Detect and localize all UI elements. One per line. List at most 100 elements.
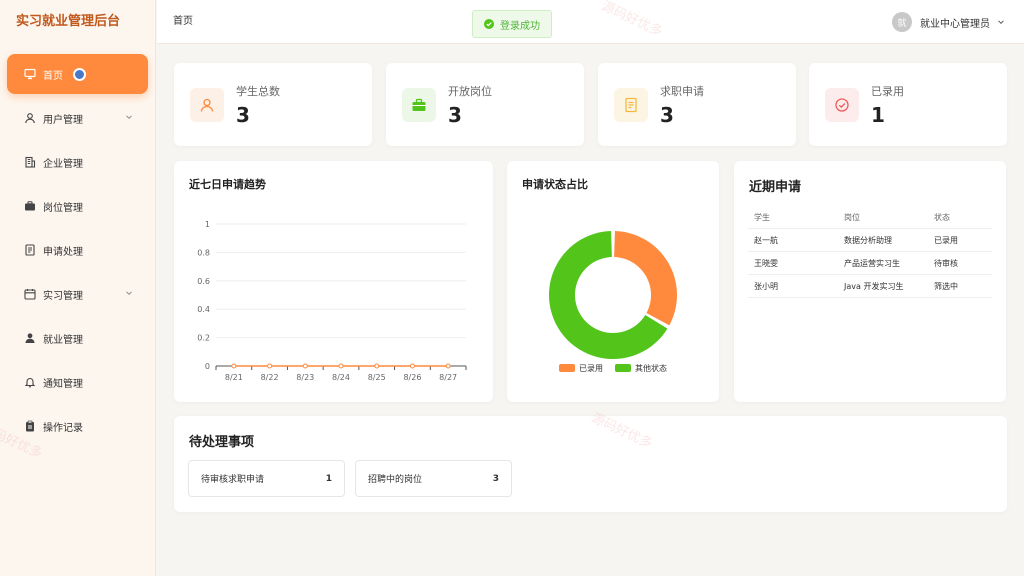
- y-tick-label: 1: [205, 220, 210, 229]
- sidebar-item-home[interactable]: 首页: [7, 54, 148, 94]
- building-icon: [23, 155, 37, 169]
- y-tick-label: 0.8: [197, 248, 210, 257]
- x-tick-label: 8/27: [439, 373, 457, 382]
- clipboard-icon: [23, 419, 37, 433]
- todo-count: 1: [325, 473, 332, 484]
- sidebar-item-notifications[interactable]: 通知管理: [7, 362, 148, 402]
- y-tick-label: 0.2: [197, 334, 210, 343]
- todo-card: 待处理事项 待审核求职申请 1 招聘中的岗位 3: [174, 416, 1007, 512]
- todo-item-open-positions[interactable]: 招聘中的岗位 3: [355, 460, 512, 497]
- stat-label: 开放岗位: [448, 85, 492, 98]
- user-name: 就业中心管理员: [920, 18, 990, 30]
- document-icon: [23, 243, 37, 257]
- sidebar-nav: 首页 用户管理 企业管理 岗位管理 申请处理 实习管理 就业管理 通知管理 操作…: [0, 44, 155, 446]
- avatar: 就: [892, 12, 912, 32]
- stat-label: 学生总数: [236, 85, 280, 98]
- y-tick-label: 0.4: [197, 305, 210, 314]
- recent-table: 学生 岗位 状态 赵一航 数据分析助理 已录用 王晓雯 产品运营实习生 待审核 …: [748, 206, 992, 298]
- cell-position: Java 开发实习生: [844, 281, 904, 291]
- sidebar-item-logs[interactable]: 操作记录: [7, 406, 148, 446]
- table-row[interactable]: 赵一航 数据分析助理 已录用: [748, 229, 992, 252]
- stat-card-positions: 开放岗位 3: [386, 63, 584, 146]
- legend-swatch: [615, 364, 631, 372]
- sidebar-item-companies[interactable]: 企业管理: [7, 142, 148, 182]
- todo-title: 待处理事项: [189, 435, 255, 450]
- recent-applications-card: 近期申请 学生 岗位 状态 赵一航 数据分析助理 已录用 王晓雯 产品运营实习生…: [734, 161, 1006, 402]
- todo-label: 招聘中的岗位: [368, 475, 423, 485]
- user-icon: [23, 111, 37, 125]
- stat-value: 3: [660, 103, 674, 127]
- x-tick-label: 8/24: [332, 373, 350, 382]
- sidebar-item-positions[interactable]: 岗位管理: [7, 186, 148, 226]
- table-row[interactable]: 王晓雯 产品运营实习生 待审核: [748, 252, 992, 275]
- donut-slice: [614, 231, 677, 326]
- x-tick-label: 8/22: [261, 373, 279, 382]
- cell-student: 王晓雯: [754, 258, 778, 268]
- user-icon: [190, 88, 224, 122]
- sidebar-item-applications[interactable]: 申请处理: [7, 230, 148, 270]
- cell-position: 数据分析助理: [844, 235, 892, 245]
- monitor-icon: [23, 67, 37, 81]
- sidebar-item-label: 申请处理: [43, 246, 83, 258]
- x-tick-label: 8/25: [368, 373, 386, 382]
- legend-label: 其他状态: [635, 363, 667, 373]
- y-tick-label: 0: [205, 362, 210, 371]
- briefcase-icon: [402, 88, 436, 122]
- stat-card-applications: 求职申请 3: [598, 63, 796, 146]
- data-point: [231, 363, 237, 369]
- cell-student: 张小明: [754, 281, 778, 291]
- calendar-icon: [23, 287, 37, 301]
- check-circle-icon: [825, 88, 859, 122]
- sidebar-item-label: 用户管理: [43, 114, 83, 126]
- column-header: 状态: [934, 212, 950, 222]
- stat-label: 求职申请: [660, 85, 704, 98]
- recent-title: 近期申请: [749, 180, 802, 195]
- sidebar-item-label: 就业管理: [43, 334, 83, 346]
- status-donut-chart: 已录用 其他状态: [549, 231, 677, 373]
- cell-status: 已录用: [934, 235, 958, 245]
- sidebar-item-users[interactable]: 用户管理: [7, 98, 148, 138]
- data-point: [338, 363, 344, 369]
- toast-text: 登录成功: [500, 20, 540, 32]
- chevron-down-icon: [998, 20, 1004, 25]
- check-circle-icon: [484, 19, 494, 29]
- stat-label: 已录用: [871, 85, 904, 98]
- user-menu[interactable]: 就 就业中心管理员: [892, 12, 1006, 32]
- todo-item-pending-applications[interactable]: 待审核求职申请 1: [188, 460, 345, 497]
- status-dot: [73, 67, 86, 81]
- bell-icon: [23, 375, 37, 389]
- sidebar-item-label: 岗位管理: [43, 202, 83, 214]
- legend-label: 已录用: [579, 364, 603, 373]
- stat-value: 3: [448, 103, 462, 127]
- todo-label: 待审核求职申请: [201, 475, 265, 485]
- sidebar-item-label: 企业管理: [43, 158, 83, 170]
- stat-value: 1: [871, 103, 885, 127]
- status-chart-card: 申请状态占比 已录用 其他状态: [507, 161, 719, 402]
- data-point: [445, 363, 451, 369]
- table-row[interactable]: 张小明 Java 开发实习生 筛选中: [748, 275, 992, 298]
- column-header: 岗位: [844, 212, 860, 222]
- sidebar-item-label: 通知管理: [43, 378, 83, 390]
- stat-value: 3: [236, 103, 250, 127]
- sidebar-item-label: 操作记录: [43, 422, 83, 434]
- data-point: [374, 363, 380, 369]
- cell-position: 产品运营实习生: [844, 258, 900, 268]
- sidebar-item-employment[interactable]: 就业管理: [7, 318, 148, 358]
- sidebar-item-internships[interactable]: 实习管理: [7, 274, 148, 314]
- sidebar: 实习就业管理后台 首页 用户管理 企业管理 岗位管理 申请处理 实习管理 就业管…: [0, 0, 156, 576]
- cell-status: 待审核: [934, 258, 958, 268]
- x-tick-label: 8/21: [225, 373, 243, 382]
- chevron-down-icon: [126, 291, 132, 296]
- cell-status: 筛选中: [934, 281, 958, 291]
- column-header: 学生: [754, 212, 770, 222]
- breadcrumb[interactable]: 首页: [173, 0, 193, 44]
- trend-line-chart: 0 0.2 0.4 0.6 0.8 1 8/21 8/22 8/23 8/24 8/25 8/26 8/…: [197, 220, 467, 382]
- stat-card-hired: 已录用 1: [809, 63, 1007, 146]
- data-point: [302, 363, 308, 369]
- chevron-down-icon: [126, 115, 132, 120]
- person-icon: [23, 331, 37, 345]
- todo-count: 3: [492, 473, 499, 484]
- data-point: [267, 363, 273, 369]
- top-bar: 首页 登录成功 就 就业中心管理员: [157, 0, 1024, 44]
- briefcase-icon: [23, 199, 37, 213]
